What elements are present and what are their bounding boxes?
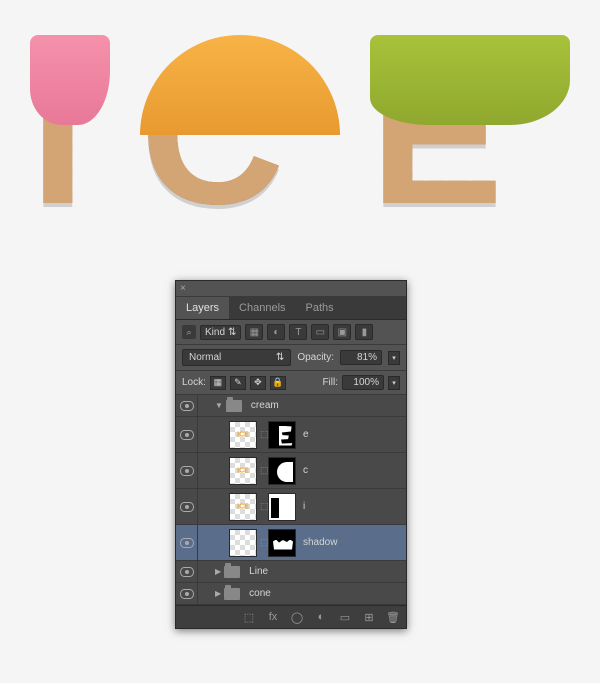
lock-transparency-icon[interactable]: ▦	[210, 376, 226, 390]
chevron-updown-icon: ⇅	[276, 352, 284, 363]
new-layer-icon[interactable]: ⊞	[360, 610, 378, 624]
mask-link-icon[interactable]: ⬚	[260, 501, 268, 512]
layer-name[interactable]: i	[303, 501, 305, 512]
lock-label: Lock:	[182, 377, 206, 388]
folder-icon	[224, 566, 240, 578]
lock-all-icon[interactable]: 🔒	[270, 376, 286, 390]
panel-close-bar: ×	[176, 281, 406, 297]
mask-link-icon[interactable]: ⬚	[260, 429, 268, 440]
filter-adjustment-icon[interactable]: ◐	[267, 324, 285, 340]
layer-e[interactable]: ⬚ e	[176, 417, 406, 453]
disclosure-open-icon[interactable]: ▼	[215, 401, 223, 410]
mask-thumbnail[interactable]	[268, 421, 296, 449]
filter-row: ⌕ Kind ⇅ ▦ ◐ T ▭ ▣ ▮	[176, 320, 406, 345]
layer-group-cream[interactable]: ▼ cream	[176, 395, 406, 417]
new-group-icon[interactable]: ▭	[336, 610, 354, 624]
visibility-icon[interactable]	[180, 567, 194, 577]
tab-layers[interactable]: Layers	[176, 297, 229, 319]
visibility-icon[interactable]	[180, 401, 194, 411]
layers-panel: × Layers Channels Paths ⌕ Kind ⇅ ▦ ◐ T ▭…	[175, 280, 407, 629]
disclosure-closed-icon[interactable]: ▶	[215, 567, 221, 576]
layer-name[interactable]: e	[303, 429, 309, 440]
filter-type-icon[interactable]: T	[289, 324, 307, 340]
visibility-icon[interactable]	[180, 589, 194, 599]
filter-toggle-icon[interactable]: ▮	[355, 324, 373, 340]
blend-row: Normal ⇅ Opacity: 81% ▾	[176, 345, 406, 371]
lock-image-icon[interactable]: ✎	[230, 376, 246, 390]
panel-footer: ⬚ fx ◯ ◐ ▭ ⊞ 🗑	[176, 605, 406, 628]
close-icon[interactable]: ×	[180, 283, 186, 294]
visibility-icon[interactable]	[180, 466, 194, 476]
filter-pixel-icon[interactable]: ▦	[245, 324, 263, 340]
tab-paths[interactable]: Paths	[296, 297, 344, 319]
visibility-icon[interactable]	[180, 502, 194, 512]
letter-i: I	[30, 35, 110, 235]
visibility-icon[interactable]	[180, 538, 194, 548]
layer-name[interactable]: Line	[249, 566, 268, 577]
opacity-dropdown-icon[interactable]: ▾	[388, 351, 400, 365]
mask-link-icon[interactable]: ⬚	[260, 537, 268, 548]
mask-thumbnail[interactable]	[268, 529, 296, 557]
layer-name[interactable]: cone	[249, 588, 271, 599]
kind-filter-select[interactable]: Kind ⇅	[200, 325, 241, 340]
layers-list: ▼ cream ⬚ e ⬚ c ⬚ i	[176, 395, 406, 605]
add-mask-icon[interactable]: ◯	[288, 610, 306, 624]
lock-position-icon[interactable]: ✥	[250, 376, 266, 390]
layer-name[interactable]: cream	[251, 400, 279, 411]
tab-channels[interactable]: Channels	[229, 297, 295, 319]
layer-thumbnail[interactable]	[229, 493, 257, 521]
fill-input[interactable]: 100%	[342, 375, 384, 390]
folder-icon	[226, 400, 242, 412]
layer-group-cone[interactable]: ▶ cone	[176, 583, 406, 605]
panel-tabs: Layers Channels Paths	[176, 297, 406, 320]
fill-dropdown-icon[interactable]: ▾	[388, 376, 400, 390]
search-icon[interactable]: ⌕	[182, 325, 196, 339]
filter-shape-icon[interactable]: ▭	[311, 324, 329, 340]
mask-thumbnail[interactable]	[268, 493, 296, 521]
layer-c[interactable]: ⬚ c	[176, 453, 406, 489]
blend-mode-select[interactable]: Normal ⇅	[182, 349, 291, 366]
trash-icon[interactable]: 🗑	[384, 610, 402, 624]
layer-thumbnail[interactable]	[229, 529, 257, 557]
kind-label: Kind	[205, 327, 225, 338]
fill-label: Fill:	[322, 377, 338, 388]
opacity-input[interactable]: 81%	[340, 350, 382, 365]
layer-name[interactable]: shadow	[303, 537, 337, 548]
layer-thumbnail[interactable]	[229, 421, 257, 449]
layer-name[interactable]: c	[303, 465, 308, 476]
mask-link-icon[interactable]: ⬚	[260, 465, 268, 476]
visibility-icon[interactable]	[180, 430, 194, 440]
lock-row: Lock: ▦ ✎ ✥ 🔒 Fill: 100% ▾	[176, 371, 406, 395]
layer-group-line[interactable]: ▶ Line	[176, 561, 406, 583]
adjustment-layer-icon[interactable]: ◐	[312, 610, 330, 624]
ice-artwork: I C E	[30, 20, 570, 250]
mask-thumbnail[interactable]	[268, 457, 296, 485]
blend-mode-value: Normal	[189, 352, 221, 363]
opacity-label: Opacity:	[297, 352, 334, 363]
link-layers-icon[interactable]: ⬚	[240, 610, 258, 624]
disclosure-closed-icon[interactable]: ▶	[215, 589, 221, 598]
folder-icon	[224, 588, 240, 600]
chevron-updown-icon: ⇅	[228, 327, 236, 338]
layer-i[interactable]: ⬚ i	[176, 489, 406, 525]
letter-e: E	[370, 35, 570, 235]
layer-fx-icon[interactable]: fx	[264, 610, 282, 624]
layer-thumbnail[interactable]	[229, 457, 257, 485]
letter-c: C	[140, 35, 340, 235]
filter-smartobject-icon[interactable]: ▣	[333, 324, 351, 340]
layer-shadow[interactable]: ⬚ shadow	[176, 525, 406, 561]
